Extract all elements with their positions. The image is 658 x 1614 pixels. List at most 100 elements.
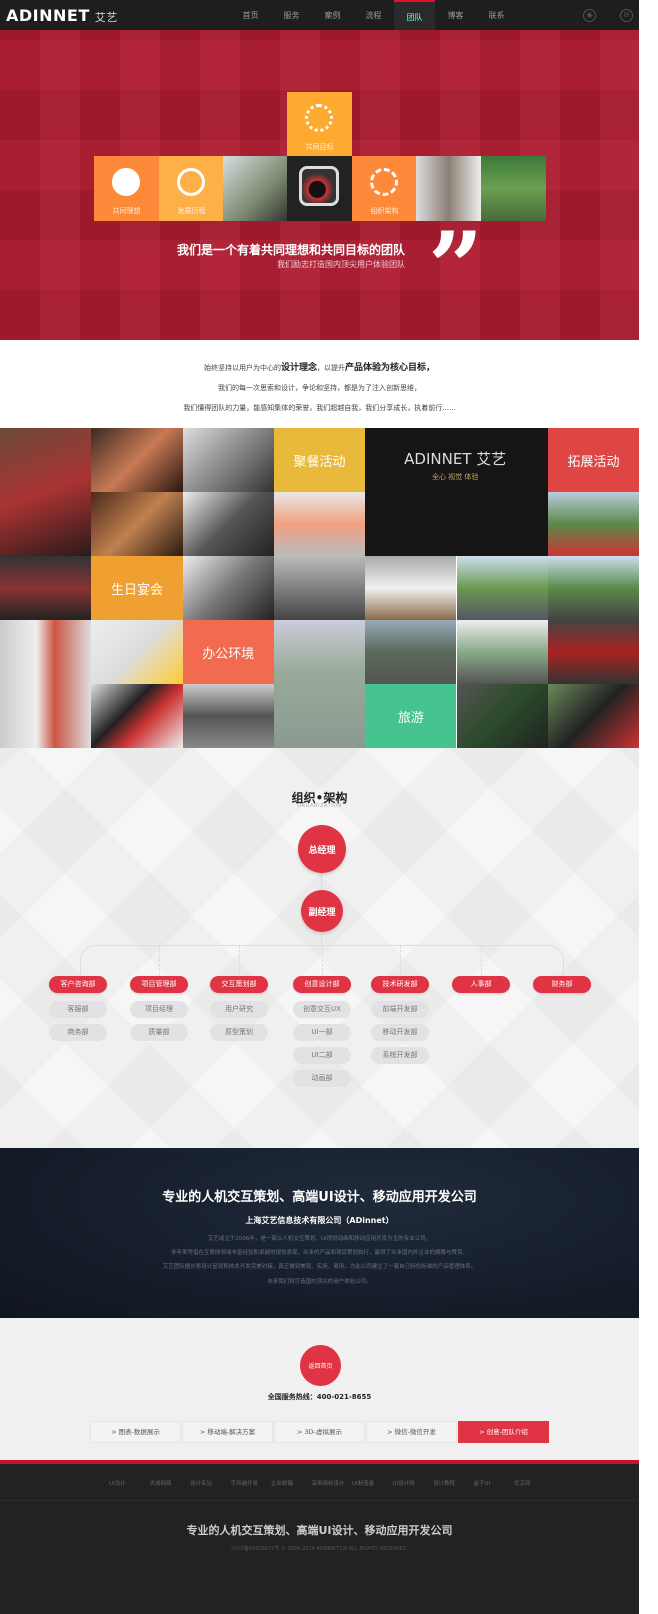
quote-mark-icon: ”: [428, 211, 484, 324]
footer-link[interactable]: 手持端开发: [231, 1479, 259, 1487]
gallery-photo: [91, 428, 183, 492]
link-label: 3D-虚拟展示: [304, 1428, 343, 1436]
nav-item[interactable]: 博客: [435, 0, 476, 30]
gallery-photo: [547, 492, 640, 556]
link-label: 微信-微信开发: [394, 1428, 436, 1436]
sub-department[interactable]: 创意交互UX: [293, 1001, 351, 1018]
footer-link[interactable]: 企业邮箱: [271, 1479, 293, 1487]
sub-department[interactable]: UI二部: [293, 1047, 351, 1064]
gallery-photo: [0, 428, 92, 556]
tile-ideal[interactable]: 共同理想: [94, 156, 159, 221]
sub-department[interactable]: 动画部: [293, 1070, 351, 1087]
department-6[interactable]: 人事部: [452, 976, 510, 993]
gallery-category-tile[interactable]: 旅游: [365, 684, 457, 748]
wechat-icon[interactable]: ✉: [620, 9, 633, 22]
footer-link[interactable]: UI制造者: [352, 1479, 374, 1487]
gallery-photo: [91, 620, 183, 684]
tile-goal[interactable]: 共同目标: [287, 92, 352, 157]
company-paragraph: 艾艺团队擅长将设计呈现和技术开发完美对接，真正做到美观、实用、易用。为此公司建立…: [162, 1264, 477, 1270]
nav-link-button[interactable]: > 3D-虚拟展示: [274, 1421, 365, 1443]
gallery-category-tile[interactable]: 生日宴会: [91, 556, 183, 620]
nav-item[interactable]: 联系: [476, 0, 517, 30]
home-button[interactable]: 返回首页: [300, 1345, 341, 1386]
gallery-category-tile[interactable]: 办公环境: [182, 620, 274, 684]
gallery-photo: [273, 556, 366, 620]
connector-line: [239, 945, 240, 976]
gallery-photo: [182, 428, 274, 492]
sub-department[interactable]: 原型策划: [210, 1024, 268, 1041]
gallery-photo: [0, 620, 92, 748]
nav-item[interactable]: 流程: [353, 0, 394, 30]
divider: [0, 1500, 639, 1501]
gallery-photo: [456, 620, 548, 684]
tile-history[interactable]: 发展历程: [159, 156, 224, 221]
department-4[interactable]: 创意设计部: [293, 976, 351, 993]
department-7[interactable]: 财务部: [533, 976, 591, 993]
org-subtitle: ORGANIZATION: [297, 803, 342, 809]
gallery-photo: [365, 620, 457, 684]
gallery-category-label: 生日宴会: [110, 582, 163, 598]
nav-item[interactable]: 团队: [394, 0, 435, 30]
gallery-category-label: 拓展活动: [567, 454, 620, 470]
gallery-photo: [365, 556, 457, 620]
link-label: 移动端-解决方案: [207, 1428, 256, 1436]
link-label: 创意-团队介绍: [486, 1428, 528, 1436]
gallery-photo: [182, 684, 274, 748]
company-paragraph: 艾艺成立于2006年，是一家以人机交互策划、UI视觉动画和移动应用开发为主的专业…: [207, 1236, 432, 1242]
weibo-icon[interactable]: ◉: [583, 9, 596, 22]
sub-department[interactable]: UI一部: [293, 1024, 351, 1041]
hotline: 全国服务热线：400-021-8655: [267, 1393, 372, 1401]
company-paragraph: 未来我们将打造国内顶尖的用户体验公司。: [267, 1279, 372, 1285]
copyright: 沪ICP备05026071号 © 2006-2014 ADINNET.CN AL…: [231, 1546, 408, 1552]
nav-item[interactable]: 首页: [230, 0, 271, 30]
sub-department[interactable]: 前端开发部: [371, 1001, 429, 1018]
sub-department[interactable]: 项目经理: [130, 1001, 188, 1018]
department-3[interactable]: 交互策划部: [210, 976, 268, 993]
nav-link-button[interactable]: > 移动端-解决方案: [182, 1421, 273, 1443]
gallery-category-tile[interactable]: 拓展活动: [547, 428, 640, 492]
nav-link-button[interactable]: > 创意-团队介绍: [458, 1421, 549, 1443]
nav-item[interactable]: 服务: [271, 0, 312, 30]
sub-department[interactable]: 移动开发部: [371, 1024, 429, 1041]
sub-department[interactable]: 质量部: [130, 1024, 188, 1041]
footer-link[interactable]: 设计名站: [190, 1479, 212, 1487]
sub-department[interactable]: 用户研究: [210, 1001, 268, 1018]
gallery-photo: [182, 556, 274, 620]
gallery-photo: [0, 556, 92, 620]
sub-department[interactable]: 商务部: [49, 1024, 107, 1041]
tile-org[interactable]: 组织架构: [352, 156, 417, 221]
vp-node[interactable]: 副经理: [301, 890, 343, 932]
company-title: 专业的人机交互策划、高端UI设计、移动应用开发公司: [162, 1190, 477, 1205]
gallery-category-tile[interactable]: 聚餐活动: [273, 428, 366, 492]
company-paragraph: 多年来凭借在互联网领域丰富经验和卓越的视觉表现，众多的产品和项目策划执行，赢得了…: [170, 1250, 468, 1256]
intro-text: 始终坚持以用户为中心的设计理念，以提升产品体验为核心目标， 我们的每一次思索和设…: [183, 363, 456, 412]
footer-link[interactable]: UI设计: [109, 1479, 126, 1487]
gallery-photo: [547, 620, 640, 684]
sub-department[interactable]: 客服部: [49, 1001, 107, 1018]
nav-link-button[interactable]: > 微信-微信开发: [366, 1421, 457, 1443]
company-name: 上海艾艺信息技术有限公司（ADinnet）: [245, 1216, 394, 1225]
department-1[interactable]: 客户咨询部: [49, 976, 107, 993]
footer-link[interactable]: 天成网络: [150, 1479, 172, 1487]
gallery-category-label: 旅游: [397, 710, 424, 726]
sign-subtitle: 全心 视觉 体验: [431, 473, 479, 481]
logo[interactable]: ADINNET 艾艺: [6, 6, 118, 25]
ceo-node[interactable]: 总经理: [298, 825, 346, 873]
sub-department[interactable]: 系统开发部: [371, 1047, 429, 1064]
gallery-photo: [182, 492, 274, 556]
gallery-photo: [91, 492, 183, 556]
gallery-photo: [273, 620, 366, 748]
footer-link[interactable]: 优艾网: [514, 1479, 531, 1487]
camera-app-icon: [287, 156, 352, 221]
gallery-photo: [91, 684, 183, 748]
footer-link[interactable]: 设计教程: [433, 1479, 455, 1487]
department-2[interactable]: 项目管理部: [130, 976, 188, 993]
nav-link-button[interactable]: > 图表-数据展示: [90, 1421, 181, 1443]
footer-link[interactable]: 盒子UI: [474, 1479, 491, 1487]
photo-team-outdoor: [481, 156, 546, 221]
footer-link[interactable]: UI设计网: [393, 1479, 415, 1487]
footer-link[interactable]: 深圳商标设计: [312, 1479, 345, 1487]
connector-line: [400, 945, 401, 976]
nav-item[interactable]: 案例: [312, 0, 353, 30]
department-5[interactable]: 技术研发部: [371, 976, 429, 993]
